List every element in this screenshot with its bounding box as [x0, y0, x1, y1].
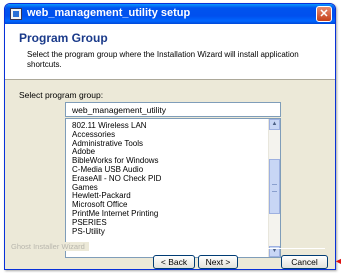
list-scrollbar[interactable]: ▲ ▼	[268, 119, 280, 257]
program-group-items: 802.11 Wireless LAN Accessories Administra…	[66, 121, 267, 237]
cancel-button[interactable]: Cancel	[281, 255, 328, 269]
program-group-input[interactable]: web_management_utility	[65, 102, 281, 117]
scroll-thumb[interactable]	[269, 159, 280, 214]
page-description: Select the program group where the Insta…	[27, 50, 299, 69]
window-title: web_management_utility setup	[27, 7, 191, 19]
installer-app-icon	[10, 8, 22, 20]
page-title: Program Group	[19, 31, 108, 45]
program-group-list[interactable]: 802.11 Wireless LAN Accessories Administra…	[65, 118, 281, 258]
title-bar[interactable]: web_management_utility setup ✕	[5, 4, 335, 24]
list-item[interactable]: Administrative Tools	[66, 139, 267, 149]
grip-icon	[272, 184, 277, 192]
next-button[interactable]: Next >	[198, 255, 238, 269]
ghost-installer-label: Ghost Installer Wizard	[11, 242, 89, 251]
list-item[interactable]: PS-Utility	[66, 227, 267, 237]
program-group-label: Select program group:	[19, 90, 104, 100]
scroll-up-icon[interactable]: ▲	[269, 119, 280, 130]
close-button[interactable]: ✕	[316, 6, 332, 22]
back-button[interactable]: < Back	[153, 255, 195, 269]
setup-window: web_management_utility setup ✕ Program G…	[4, 3, 336, 270]
wizard-header: Program Group Select the program group w…	[5, 24, 335, 80]
pointer-arrow-icon: ◄	[334, 256, 341, 266]
footer-divider	[65, 248, 325, 249]
